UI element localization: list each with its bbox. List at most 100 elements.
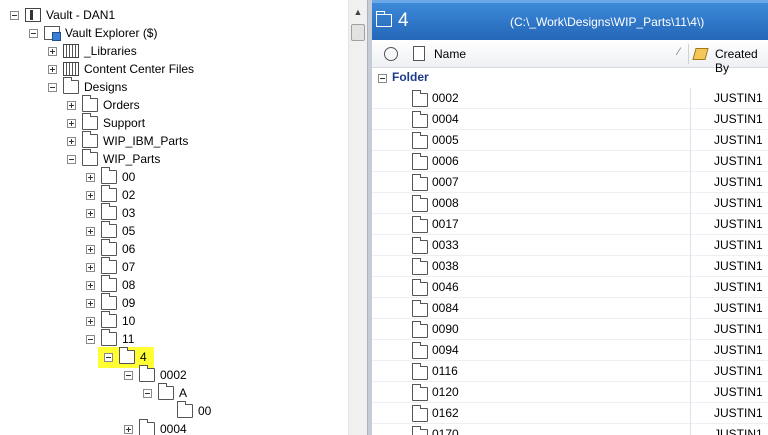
table-row[interactable]: 0120 JUSTIN1 bbox=[372, 382, 768, 403]
column-divider bbox=[690, 403, 691, 424]
tree-node-a-00[interactable]: 00 bbox=[0, 401, 240, 421]
row-created-by: JUSTIN1 bbox=[714, 217, 763, 231]
column-header-name[interactable]: Name bbox=[434, 47, 466, 61]
folder-tree[interactable]: Vault - DAN1 Vault Explorer ($) _Librari… bbox=[0, 0, 367, 435]
tree-node-label: 11 bbox=[122, 332, 135, 346]
collapse-toggle[interactable] bbox=[124, 371, 133, 380]
tree-node-00[interactable]: 00 bbox=[0, 167, 160, 187]
tree-node-support[interactable]: Support bbox=[0, 113, 200, 133]
tree-node-label: 06 bbox=[122, 242, 136, 256]
tree-node-4-selected[interactable]: 4 bbox=[0, 347, 160, 367]
expand-toggle[interactable] bbox=[48, 65, 57, 74]
document-icon[interactable] bbox=[413, 46, 425, 61]
collapse-toggle[interactable] bbox=[48, 83, 57, 92]
tree-node-vault-explorer[interactable]: Vault Explorer ($) bbox=[0, 25, 200, 43]
group-header-folder[interactable]: Folder bbox=[372, 68, 768, 88]
expand-toggle[interactable] bbox=[67, 119, 76, 128]
vault-explorer-icon bbox=[44, 26, 61, 41]
expand-toggle[interactable] bbox=[86, 317, 95, 326]
expand-toggle[interactable] bbox=[67, 137, 76, 146]
tree-node-02[interactable]: 02 bbox=[0, 185, 160, 205]
folder-icon bbox=[82, 149, 98, 166]
column-divider bbox=[690, 109, 691, 130]
table-row[interactable]: 0007 JUSTIN1 bbox=[372, 172, 768, 193]
column-divider bbox=[690, 235, 691, 256]
table-row[interactable]: 0017 JUSTIN1 bbox=[372, 214, 768, 235]
expand-toggle[interactable] bbox=[86, 173, 95, 182]
table-row[interactable]: 0116 JUSTIN1 bbox=[372, 361, 768, 382]
tree-node-label: WIP_IBM_Parts bbox=[103, 134, 189, 148]
column-divider bbox=[690, 130, 691, 151]
table-row[interactable]: 0008 JUSTIN1 bbox=[372, 193, 768, 214]
table-row[interactable]: 0170 JUSTIN1 bbox=[372, 424, 768, 435]
table-row[interactable]: 0004 JUSTIN1 bbox=[372, 109, 768, 130]
tree-node-label: Vault Explorer ($) bbox=[65, 26, 158, 40]
folder-icon bbox=[376, 11, 392, 27]
collapse-toggle[interactable] bbox=[86, 335, 95, 344]
expand-toggle[interactable] bbox=[86, 191, 95, 200]
expand-toggle[interactable] bbox=[86, 227, 95, 236]
tree-node-designs[interactable]: Designs bbox=[0, 77, 200, 97]
table-row[interactable]: 0038 JUSTIN1 bbox=[372, 256, 768, 277]
table-row[interactable]: 0005 JUSTIN1 bbox=[372, 130, 768, 151]
tree-node-08[interactable]: 08 bbox=[0, 275, 160, 295]
collapse-toggle[interactable] bbox=[104, 353, 113, 362]
row-created-by: JUSTIN1 bbox=[714, 154, 763, 168]
table-row[interactable]: 0162 JUSTIN1 bbox=[372, 403, 768, 424]
tree-node-wip-parts[interactable]: WIP_Parts bbox=[0, 149, 200, 169]
tree-node-06[interactable]: 06 bbox=[0, 239, 160, 259]
collapse-toggle[interactable] bbox=[67, 155, 76, 164]
group-label: Folder bbox=[392, 70, 429, 84]
collapse-toggle[interactable] bbox=[378, 74, 387, 83]
scroll-thumb[interactable] bbox=[351, 24, 365, 41]
folder-icon bbox=[82, 131, 98, 148]
tree-node-a[interactable]: A bbox=[0, 383, 220, 403]
table-row[interactable]: 0084 JUSTIN1 bbox=[372, 298, 768, 319]
tree-node-content-center-files[interactable]: Content Center Files bbox=[0, 61, 220, 79]
tree-node-label: WIP_Parts bbox=[103, 152, 161, 166]
tree-node-07[interactable]: 07 bbox=[0, 257, 160, 277]
tree-vertical-scrollbar[interactable]: ▲ bbox=[348, 0, 367, 435]
tree-node-0002[interactable]: 0002 bbox=[0, 365, 220, 385]
row-created-by: JUSTIN1 bbox=[714, 175, 763, 189]
collapse-toggle[interactable] bbox=[143, 389, 152, 398]
folder-icon bbox=[412, 237, 428, 254]
folder-icon bbox=[412, 258, 428, 275]
tree-node-09[interactable]: 09 bbox=[0, 293, 160, 313]
expand-toggle[interactable] bbox=[86, 245, 95, 254]
table-row[interactable]: 0090 JUSTIN1 bbox=[372, 319, 768, 340]
table-row[interactable]: 0046 JUSTIN1 bbox=[372, 277, 768, 298]
expand-toggle[interactable] bbox=[48, 47, 57, 56]
scroll-up-arrow-icon[interactable]: ▲ bbox=[350, 4, 366, 20]
expand-toggle[interactable] bbox=[86, 263, 95, 272]
table-row[interactable]: 0033 JUSTIN1 bbox=[372, 235, 768, 256]
library-icon bbox=[63, 44, 79, 58]
expand-toggle[interactable] bbox=[124, 425, 133, 434]
collapse-toggle[interactable] bbox=[10, 11, 19, 20]
row-created-by: JUSTIN1 bbox=[714, 91, 763, 105]
tree-node-10[interactable]: 10 bbox=[0, 311, 160, 331]
table-row[interactable]: 0006 JUSTIN1 bbox=[372, 151, 768, 172]
tree-node-libraries[interactable]: _Libraries bbox=[0, 43, 200, 61]
expand-toggle[interactable] bbox=[86, 281, 95, 290]
tree-node-vault[interactable]: Vault - DAN1 bbox=[0, 7, 200, 25]
tree-node-03[interactable]: 03 bbox=[0, 203, 160, 223]
tree-node-orders[interactable]: Orders bbox=[0, 95, 200, 115]
column-divider bbox=[690, 382, 691, 403]
status-circle-icon[interactable] bbox=[384, 47, 398, 61]
expand-toggle[interactable] bbox=[86, 209, 95, 218]
expand-toggle[interactable] bbox=[86, 299, 95, 308]
tree-node-0004[interactable]: 0004 bbox=[0, 419, 220, 435]
folder-icon bbox=[101, 221, 117, 238]
tree-node-05[interactable]: 05 bbox=[0, 221, 160, 241]
table-row[interactable]: 0094 JUSTIN1 bbox=[372, 340, 768, 361]
tree-node-wip-ibm-parts[interactable]: WIP_IBM_Parts bbox=[0, 131, 220, 151]
collapse-toggle[interactable] bbox=[29, 29, 38, 38]
row-name: 0116 bbox=[432, 364, 458, 378]
folder-icon bbox=[412, 321, 428, 338]
column-divider[interactable] bbox=[688, 44, 689, 64]
table-row[interactable]: 0002 JUSTIN1 bbox=[372, 88, 768, 109]
tree-node-11[interactable]: 11 bbox=[0, 329, 160, 349]
expand-toggle[interactable] bbox=[67, 101, 76, 110]
tree-node-label: 07 bbox=[122, 260, 136, 274]
